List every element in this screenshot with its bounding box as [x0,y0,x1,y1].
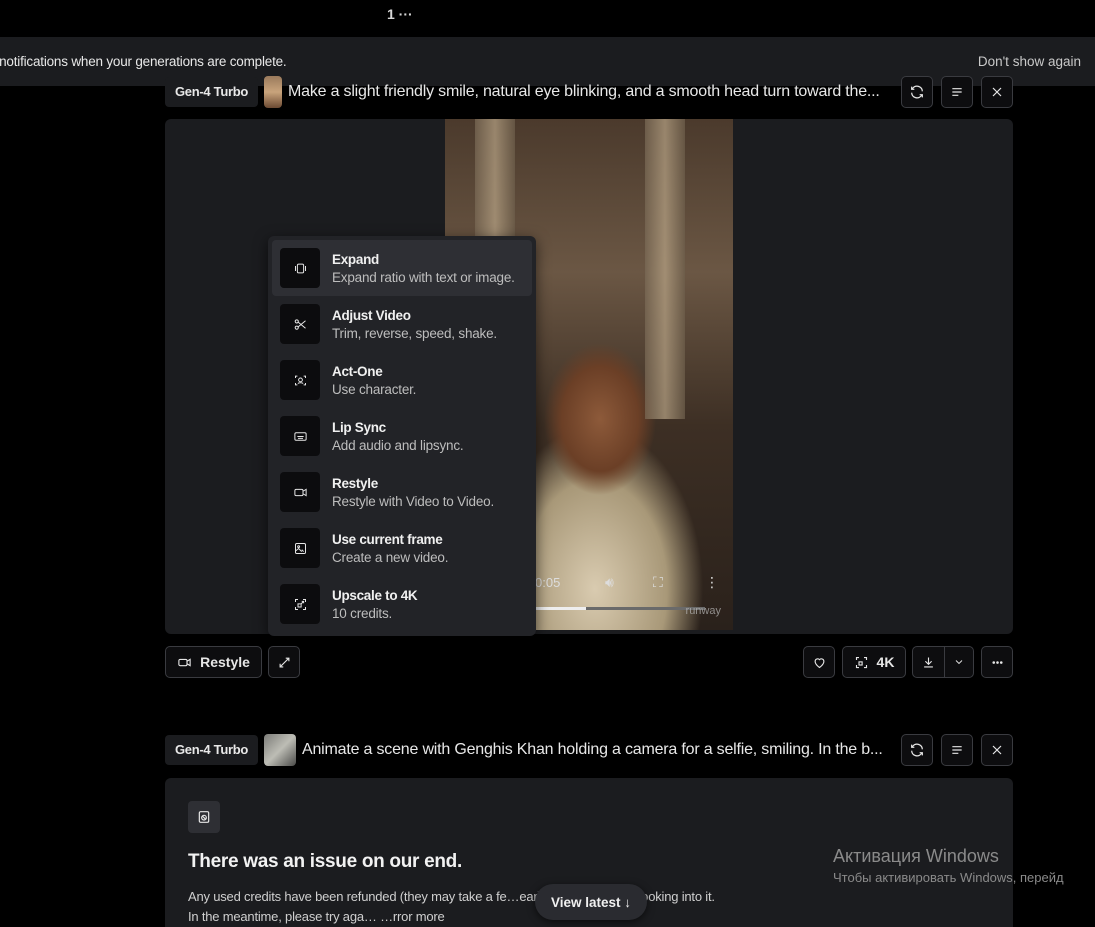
video-camera-icon [293,487,307,497]
model-chip: Gen-4 Turbo [165,76,259,107]
upscale-icon [294,598,306,610]
refresh-icon [911,743,923,756]
video-action-bar: Restyle 4K [165,646,1013,678]
restyle-button[interactable]: Restyle [165,646,262,678]
menu-item-title: Expand [332,251,379,267]
chevron-down-icon[interactable] [953,656,965,668]
menu-item-title: Act-One [332,363,383,379]
menu-item-subtitle: Create a new video. [332,549,449,565]
menu-item-title: Upscale to 4K [332,587,418,603]
magic-wand-icon [279,657,289,667]
details-button[interactable] [941,733,973,766]
close-button[interactable] [981,733,1013,766]
scissors-icon [294,318,306,330]
lines-icon [952,87,962,96]
windows-activation-title: Активация Windows [833,846,999,866]
menu-item-subtitle: Restyle with Video to Video. [332,493,495,509]
dont-show-again-button[interactable]: Don't show again [978,54,1081,69]
restyle-label: Restyle [200,654,250,670]
upscale-icon [855,656,867,668]
close-icon [992,87,1002,96]
menu-item-upscale-4k[interactable]: Upscale to 4K 10 credits. [272,576,532,632]
notification-message: t notifications when your generations ar… [0,54,287,69]
generation-header-1: Gen-4 Turbo Make a slight friendly smile… [165,75,1013,108]
magic-tools-button[interactable] [268,646,300,678]
more-options-button[interactable] [981,646,1013,678]
prompt-thumbnail[interactable] [264,75,283,108]
menu-item-expand[interactable]: Expand Expand ratio with text or image. [272,240,532,296]
volume-icon[interactable]: 🔊︎ [605,574,614,591]
close-icon [992,745,1002,754]
refresh-icon [911,85,923,98]
menu-item-lip-sync[interactable]: Lip Sync Add audio and lipsync. [272,408,532,464]
menu-item-adjust-video[interactable]: Adjust Video Trim, reverse, speed, shake. [272,296,532,352]
menu-item-title: Restyle [332,475,378,491]
model-chip: Gen-4 Turbo [165,734,259,765]
menu-item-use-current-frame[interactable]: Use current frame Create a new video. [272,520,532,576]
menu-item-title: Use current frame [332,531,443,547]
menu-item-act-one[interactable]: Act-One Use character. [272,352,532,408]
video-progress-bar[interactable] [535,607,705,610]
background-pillar [645,119,685,419]
prompt-thumbnail[interactable] [264,733,297,766]
windows-activation-subtitle: Чтобы активировать Windows, перейд [833,870,1064,885]
view-latest-button[interactable]: View latest ↓ [535,884,647,920]
close-button[interactable] [981,75,1013,108]
error-title: There was an issue on our end. [188,851,462,872]
menu-item-subtitle: Expand ratio with text or image. [332,269,515,285]
fullscreen-icon[interactable]: ⛶ [653,574,663,591]
lip-sync-icon [293,431,307,441]
video-time: 0:05 [535,575,561,590]
video-camera-icon [178,657,191,667]
divider [944,646,945,678]
menu-item-subtitle: Trim, reverse, speed, shake. [332,325,497,341]
more-horizontal-icon [991,660,1003,664]
more-vertical-icon[interactable]: ⋮ [705,574,719,591]
regenerate-button[interactable] [901,75,933,108]
prompt-text: Animate a scene with Genghis Khan holdin… [302,740,883,758]
menu-item-title: Lip Sync [332,419,386,435]
generation-header-2: Gen-4 Turbo Animate a scene with Genghis… [165,733,1013,766]
image-frame-icon [294,542,306,554]
error-icon [198,811,210,823]
page-counter[interactable]: 1 ··· [387,6,413,22]
watermark: runway [685,605,721,617]
menu-item-subtitle: 10 credits. [332,605,393,621]
upscale-label: 4K [876,654,895,670]
regenerate-button[interactable] [901,733,933,766]
download-icon [924,657,933,667]
download-button[interactable] [912,646,974,678]
upscale-4k-button[interactable]: 4K [842,646,906,678]
menu-item-restyle[interactable]: Restyle Restyle with Video to Video. [272,464,532,520]
details-button[interactable] [941,75,973,108]
windows-activation-watermark: Активация Windows Чтобы активировать Win… [833,846,1064,885]
face-scan-icon [294,375,306,385]
heart-icon [814,657,824,668]
lines-icon [952,745,962,754]
expand-icon [294,263,306,273]
favorite-button[interactable] [803,646,835,678]
more-actions-menu: Expand Expand ratio with text or image. A… [268,236,536,636]
prompt-text: Make a slight friendly smile, natural ey… [288,82,880,100]
menu-item-subtitle: Use character. [332,381,417,397]
menu-item-title: Adjust Video [332,307,411,323]
error-icon-wrap [188,801,220,833]
menu-item-subtitle: Add audio and lipsync. [332,437,464,453]
